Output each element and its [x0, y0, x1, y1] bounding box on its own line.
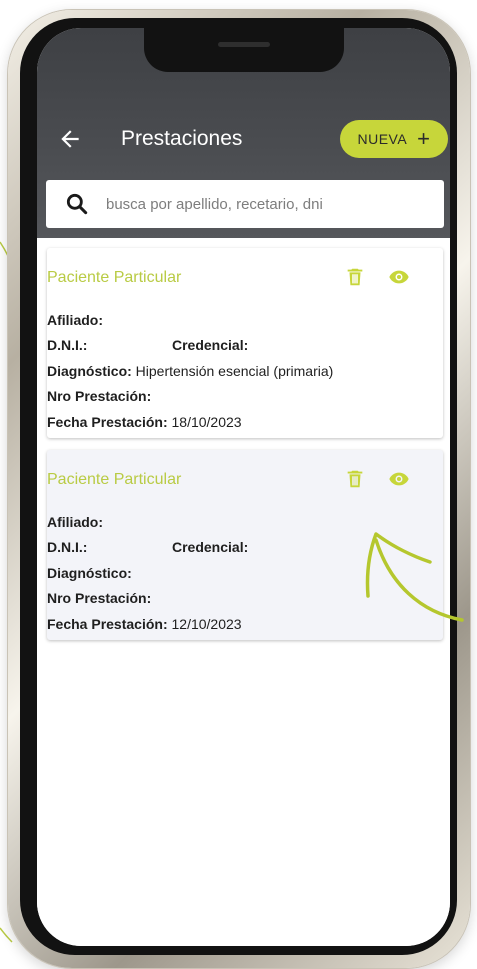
fecha-value: 12/10/2023 [171, 616, 242, 632]
prestacion-card[interactable]: Paciente Particular Afiliado: D.N.I.: Cr… [47, 450, 443, 640]
diagnostico-label: Diagnóstico: [47, 565, 132, 581]
search-icon [66, 193, 88, 215]
fecha-value: 18/10/2023 [171, 414, 242, 430]
trash-icon[interactable] [344, 468, 366, 490]
speaker-grille [218, 42, 270, 47]
phone-screen: Prestaciones NUEVA + Paciente Particular [37, 28, 450, 946]
dni-row: D.N.I.: Credencial: [47, 336, 443, 354]
dni-label: D.N.I.: [47, 539, 88, 555]
patient-name: Paciente Particular [47, 269, 182, 286]
credencial-label: Credencial: [172, 337, 249, 353]
afiliado-label: Afiliado: [47, 514, 103, 530]
new-prestacion-button[interactable]: NUEVA + [340, 120, 448, 158]
diagnostico-label: Diagnóstico: [47, 363, 132, 379]
diagnostico-row: Diagnóstico: [47, 564, 132, 582]
afiliado-row: Afiliado: [47, 513, 103, 531]
prestaciones-list: Paciente Particular Afiliado: D.N.I.: Cr… [37, 238, 450, 946]
plus-icon: + [417, 126, 431, 151]
new-button-label: NUEVA [357, 131, 408, 147]
nro-prestacion-row: Nro Prestación: [47, 387, 151, 405]
prestacion-card[interactable]: Paciente Particular Afiliado: D.N.I.: Cr… [47, 248, 443, 438]
fecha-label: Fecha Prestación: [47, 414, 168, 430]
back-button[interactable] [57, 126, 83, 152]
diagnostico-value: Hipertensión esencial (primaria) [135, 363, 334, 379]
fecha-label: Fecha Prestación: [47, 616, 168, 632]
page: Prestaciones NUEVA + Paciente Particular [0, 0, 477, 969]
nro-prestacion-label: Nro Prestación: [47, 388, 152, 404]
dni-row: D.N.I.: Credencial: [47, 538, 443, 556]
arrow-left-icon [61, 130, 79, 148]
phone-notch [144, 28, 344, 72]
nro-prestacion-row: Nro Prestación: [47, 589, 151, 607]
fecha-row: Fecha Prestación: 12/10/2023 [47, 615, 242, 633]
afiliado-row: Afiliado: [47, 311, 103, 329]
search-bar[interactable] [46, 180, 444, 228]
page-title: Prestaciones [121, 127, 243, 150]
eye-icon[interactable] [388, 266, 410, 288]
card-actions [344, 266, 410, 288]
trash-icon[interactable] [344, 266, 366, 288]
search-input[interactable] [104, 194, 408, 214]
patient-name: Paciente Particular [47, 471, 182, 488]
eye-icon[interactable] [388, 468, 410, 490]
afiliado-label: Afiliado: [47, 312, 103, 328]
diagnostico-row: Diagnóstico: Hipertensión esencial (prim… [47, 362, 333, 380]
nro-prestacion-label: Nro Prestación: [47, 590, 152, 606]
card-actions [344, 468, 410, 490]
dni-label: D.N.I.: [47, 337, 88, 353]
credencial-label: Credencial: [172, 539, 249, 555]
fecha-row: Fecha Prestación: 18/10/2023 [47, 413, 242, 431]
